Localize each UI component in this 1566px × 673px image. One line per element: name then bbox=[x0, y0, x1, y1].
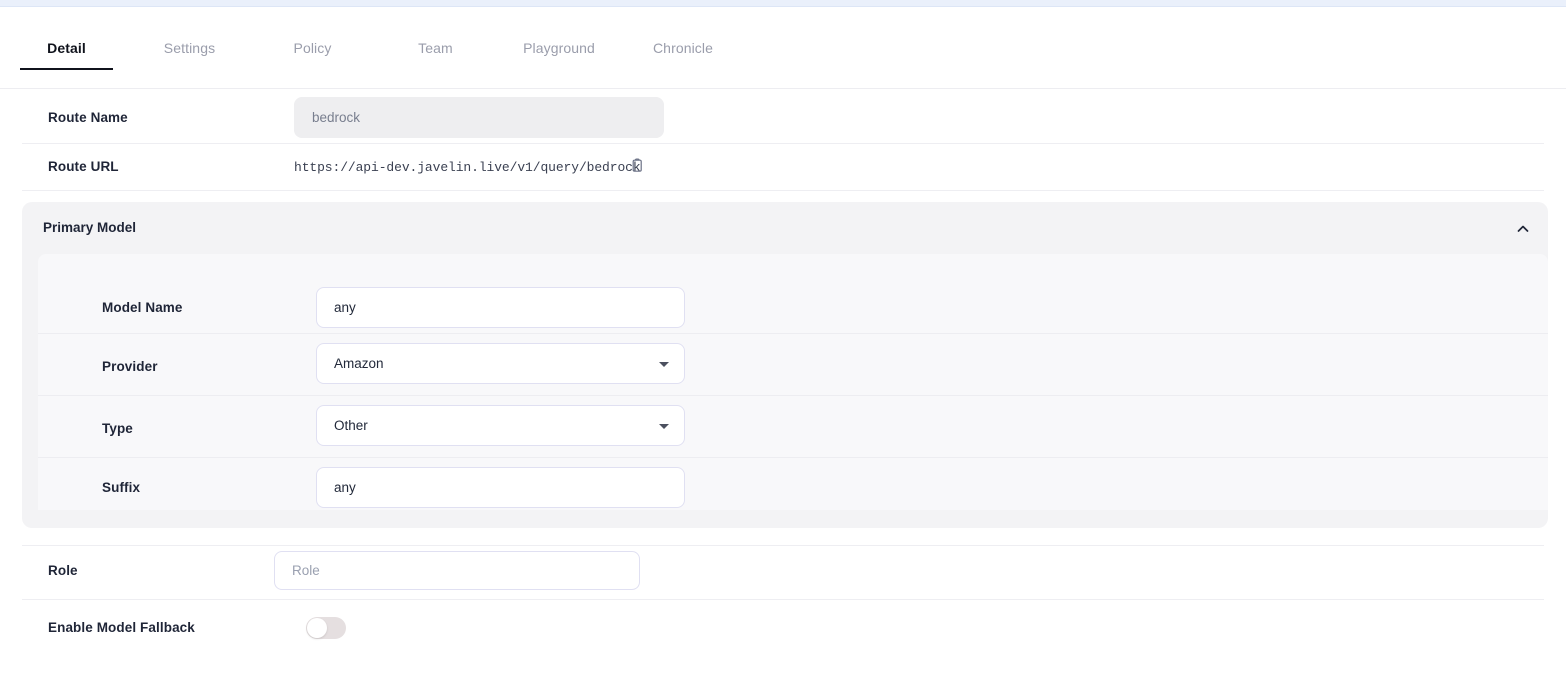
model-name-divider bbox=[38, 333, 1548, 334]
role-divider-top bbox=[22, 545, 1544, 546]
model-name-input[interactable]: any bbox=[316, 287, 685, 328]
provider-value: Amazon bbox=[334, 356, 384, 371]
tab-settings[interactable]: Settings bbox=[143, 28, 236, 70]
route-url-label: Route URL bbox=[48, 159, 119, 174]
primary-model-header[interactable]: Primary Model bbox=[22, 202, 1548, 254]
copy-icon[interactable] bbox=[629, 158, 645, 174]
tab-bar: Detail Settings Policy Team Playground C… bbox=[0, 28, 1566, 70]
tab-detail[interactable]: Detail bbox=[20, 28, 113, 70]
primary-model-title: Primary Model bbox=[43, 220, 137, 235]
route-name-label: Route Name bbox=[48, 110, 128, 125]
chevron-down-icon[interactable] bbox=[659, 361, 669, 367]
route-name-divider bbox=[22, 143, 1544, 144]
route-detail-page: Detail Settings Policy Team Playground C… bbox=[0, 0, 1566, 673]
type-value: Other bbox=[334, 418, 368, 433]
enable-model-fallback-label: Enable Model Fallback bbox=[48, 620, 195, 635]
route-url-value: https://api-dev.javelin.live/v1/query/be… bbox=[294, 160, 641, 175]
role-input[interactable]: Role bbox=[274, 551, 640, 590]
type-select[interactable]: Other bbox=[316, 405, 685, 446]
route-url-divider bbox=[22, 190, 1544, 191]
enable-model-fallback-toggle[interactable] bbox=[306, 617, 346, 639]
route-name-value: bedrock bbox=[312, 110, 361, 125]
suffix-label: Suffix bbox=[102, 480, 141, 495]
primary-model-panel: Primary Model Model Name any Provider Am… bbox=[22, 202, 1548, 528]
top-accent-strip bbox=[0, 0, 1566, 7]
route-name-input[interactable]: bedrock bbox=[294, 97, 664, 138]
tab-chronicle[interactable]: Chronicle bbox=[636, 28, 730, 70]
chevron-down-icon[interactable] bbox=[659, 423, 669, 429]
tab-policy[interactable]: Policy bbox=[266, 28, 359, 70]
suffix-value: any bbox=[334, 480, 356, 495]
role-label: Role bbox=[48, 563, 78, 578]
provider-select[interactable]: Amazon bbox=[316, 343, 685, 384]
provider-divider bbox=[38, 395, 1548, 396]
role-placeholder: Role bbox=[292, 563, 320, 578]
suffix-input[interactable]: any bbox=[316, 467, 685, 508]
model-name-value: any bbox=[334, 300, 356, 315]
role-divider-bottom bbox=[22, 599, 1544, 600]
primary-model-fields: Model Name any Provider Amazon Type Othe… bbox=[38, 254, 1548, 510]
provider-label: Provider bbox=[102, 359, 158, 374]
type-label: Type bbox=[102, 421, 133, 436]
tab-playground[interactable]: Playground bbox=[502, 28, 616, 70]
model-name-label: Model Name bbox=[102, 300, 183, 315]
tabbar-divider bbox=[0, 88, 1566, 89]
tab-team[interactable]: Team bbox=[389, 28, 482, 70]
chevron-up-icon[interactable] bbox=[1514, 220, 1532, 238]
toggle-knob bbox=[307, 618, 327, 638]
type-divider bbox=[38, 457, 1548, 458]
